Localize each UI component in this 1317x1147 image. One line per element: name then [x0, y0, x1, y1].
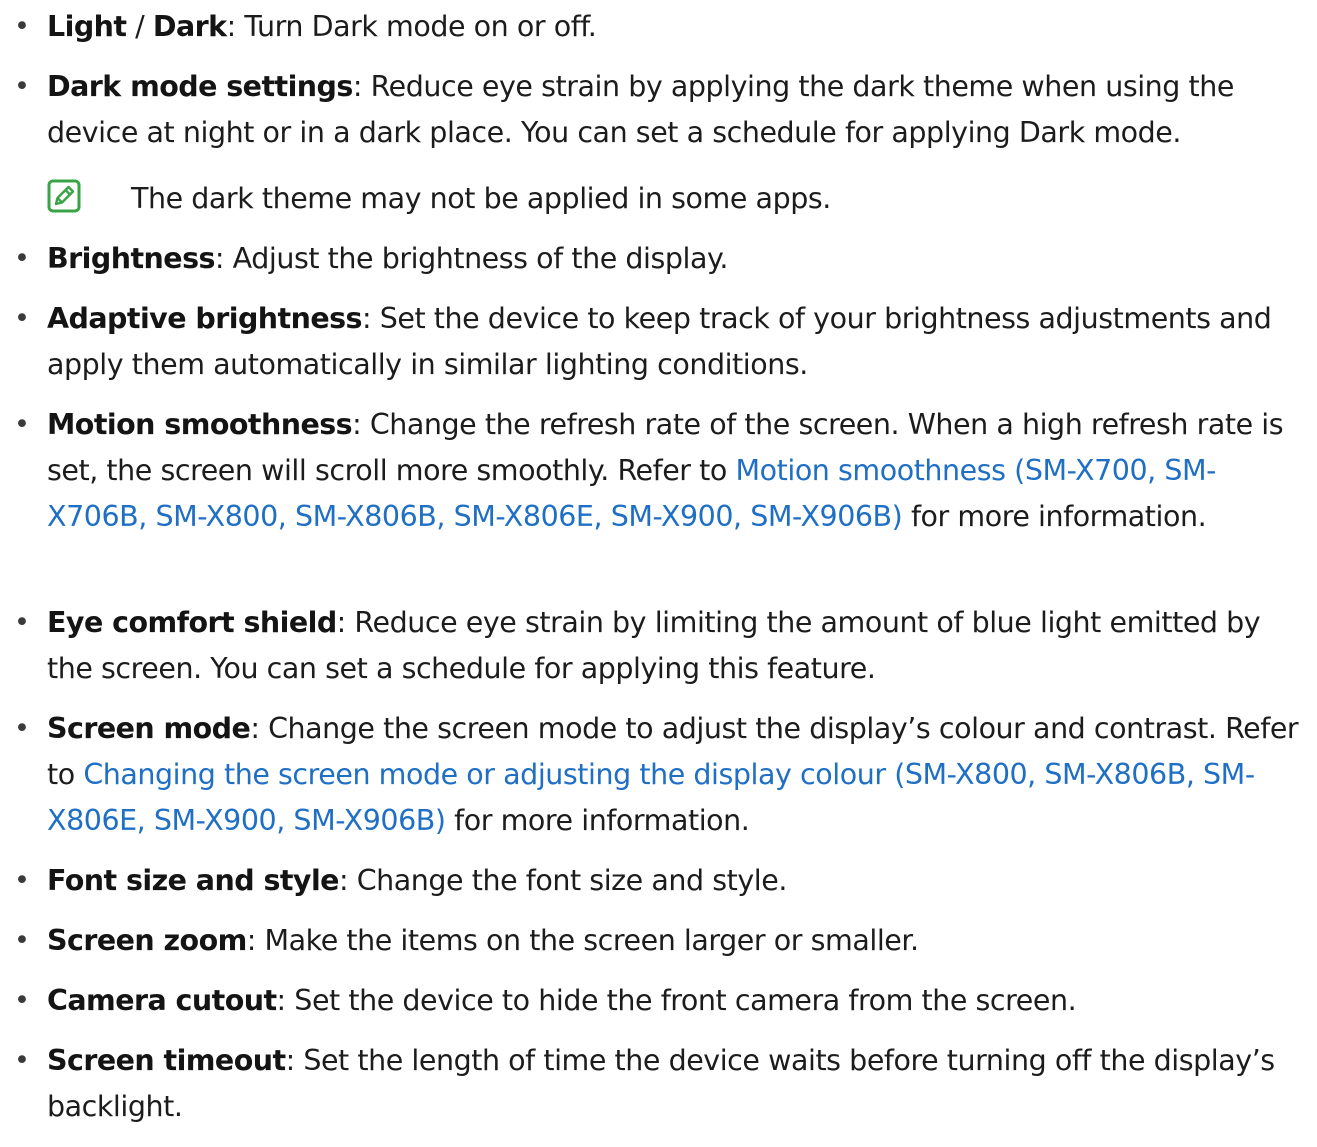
- bullet: •: [14, 303, 30, 334]
- bullet: •: [14, 243, 30, 274]
- item-text: Motion smoothness: Change the refresh ra…: [47, 402, 1309, 540]
- bullet: •: [14, 71, 30, 102]
- item-text: Brightness: Adjust the brightness of the…: [47, 236, 1309, 282]
- term-dark: Dark: [152, 10, 227, 43]
- term: Screen zoom: [47, 924, 247, 957]
- item-text: Screen mode: Change the screen mode to a…: [47, 706, 1309, 844]
- bullet: •: [14, 11, 30, 42]
- term: Camera cutout: [47, 984, 277, 1017]
- item-description: : Adjust the brightness of the display.: [214, 242, 729, 275]
- note-icon: [47, 179, 81, 213]
- item-text: Font size and style: Change the font siz…: [47, 858, 1309, 904]
- bullet: •: [14, 713, 30, 744]
- item-text: Screen zoom: Make the items on the scree…: [47, 918, 1309, 964]
- term: Dark mode settings: [47, 70, 353, 103]
- item-description: : Change the font size and style.: [338, 864, 787, 897]
- bullet: •: [14, 985, 30, 1016]
- term-separator: /: [126, 10, 153, 43]
- term: Screen mode: [47, 712, 251, 745]
- item-text: Dark mode settings: Reduce eye strain by…: [47, 64, 1309, 156]
- item-description-after: for more information.: [902, 500, 1207, 533]
- bullet: •: [14, 409, 30, 440]
- term: Adaptive brightness: [47, 302, 363, 335]
- item-description: : Set the device to hide the front camer…: [276, 984, 1077, 1017]
- item-text: Eye comfort shield: Reduce eye strain by…: [47, 600, 1309, 692]
- bullet: •: [14, 607, 30, 638]
- item-text: Screen timeout: Set the length of time t…: [47, 1038, 1309, 1130]
- term: Motion smoothness: [47, 408, 353, 441]
- note-text: The dark theme may not be applied in som…: [131, 182, 831, 215]
- item-description: : Make the items on the screen larger or…: [246, 924, 919, 957]
- term: Eye comfort shield: [47, 606, 337, 639]
- term: Screen timeout: [47, 1044, 286, 1077]
- term: Brightness: [47, 242, 215, 275]
- item-text: Camera cutout: Set the device to hide th…: [47, 978, 1309, 1024]
- bullet: •: [14, 925, 30, 956]
- bullet: •: [14, 1045, 30, 1076]
- bullet: •: [14, 865, 30, 896]
- term-light: Light: [47, 10, 127, 43]
- item-description: : Turn Dark mode on or off.: [226, 10, 597, 43]
- item-text: Light / Dark: Turn Dark mode on or off.: [47, 4, 1309, 50]
- term: Font size and style: [47, 864, 340, 897]
- item-description-after: for more information.: [445, 804, 750, 837]
- item-text: Adaptive brightness: Set the device to k…: [47, 296, 1309, 388]
